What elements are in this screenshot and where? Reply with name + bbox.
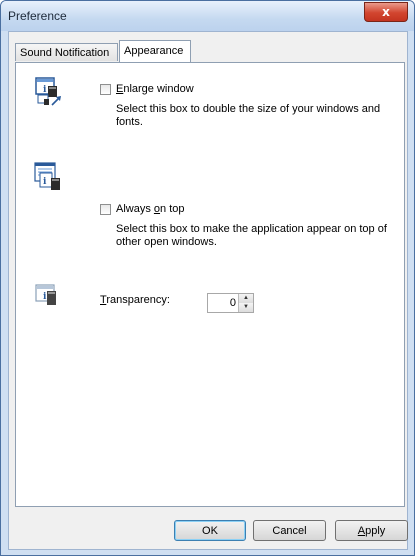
always-on-top-icon: i: [34, 162, 60, 190]
ontop-description-line1: Select this box to make the application …: [116, 223, 387, 235]
ok-button[interactable]: OK: [174, 520, 246, 541]
cancel-button[interactable]: Cancel: [253, 520, 326, 541]
always-on-top-label[interactable]: Always on top: [116, 203, 185, 215]
enlarge-window-checkbox[interactable]: [100, 84, 111, 95]
transparency-label: Transparency:: [100, 294, 170, 306]
tab-sound-notification[interactable]: Sound Notification: [15, 43, 118, 61]
close-icon: x: [382, 5, 390, 19]
preference-window: Preference x Sound Notification Appearan…: [0, 0, 415, 556]
enlarge-window-icon: i: [35, 77, 61, 106]
title-bar[interactable]: Preference x: [1, 1, 414, 31]
ontop-description-line2: other open windows.: [116, 236, 217, 248]
dialog-button-bar: OK Cancel Apply: [9, 512, 408, 548]
tab-appearance[interactable]: Appearance: [119, 40, 191, 62]
transparency-icon: i: [35, 284, 56, 305]
transparency-spinner[interactable]: 0 ▲ ▼: [207, 293, 254, 313]
svg-text:i: i: [43, 85, 47, 95]
always-on-top-description: Select this box to make the application …: [116, 223, 387, 249]
enlarge-description-line2: fonts.: [116, 116, 143, 128]
transparency-value[interactable]: 0: [230, 297, 236, 309]
window-title: Preference: [8, 9, 67, 23]
appearance-panel: i Enlarge window Select this box to doub…: [15, 62, 405, 507]
enlarge-window-description: Select this box to double the size of yo…: [116, 103, 380, 129]
dialog-client-area: Sound Notification Appearance i Enlarge …: [8, 31, 408, 550]
spinner-buttons: ▲ ▼: [238, 294, 253, 312]
always-on-top-checkbox[interactable]: [100, 204, 111, 215]
spin-down-button[interactable]: ▼: [239, 303, 253, 312]
apply-button[interactable]: Apply: [335, 520, 408, 541]
svg-text:i: i: [43, 292, 47, 302]
enlarge-description-line1: Select this box to double the size of yo…: [116, 103, 381, 115]
svg-text:i: i: [43, 177, 47, 187]
close-button[interactable]: x: [364, 2, 408, 22]
enlarge-window-label[interactable]: Enlarge window: [116, 83, 194, 95]
tab-strip: Sound Notification Appearance: [15, 39, 405, 63]
